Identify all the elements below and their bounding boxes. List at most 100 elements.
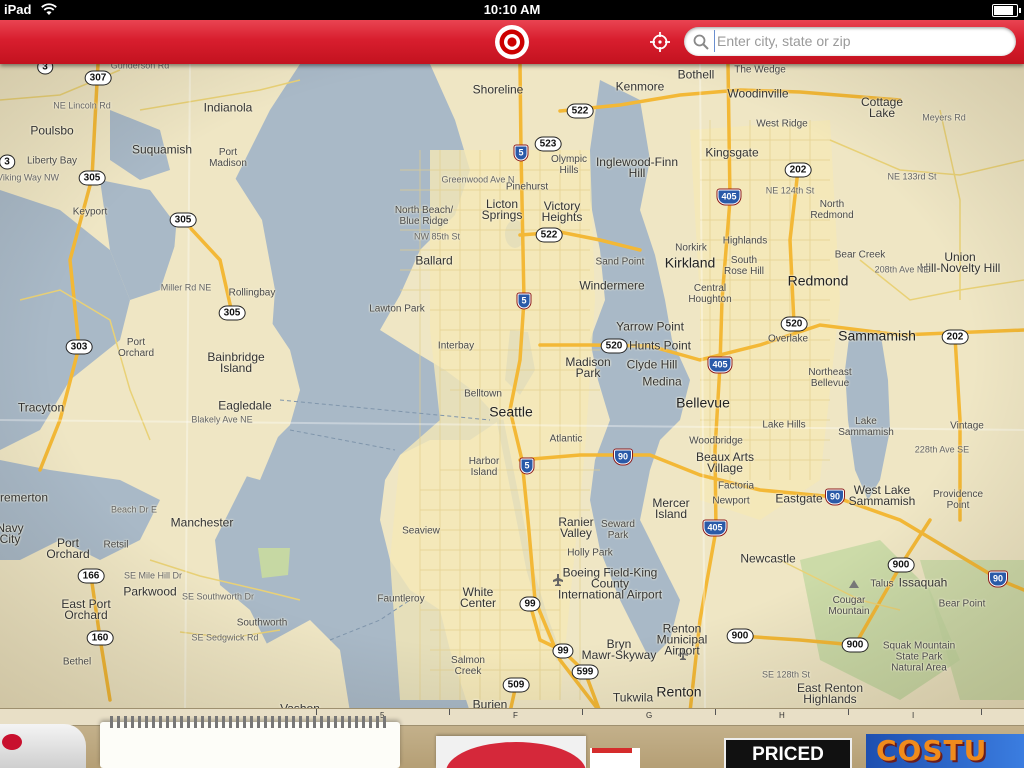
ruler-letter: F [513,711,518,720]
place-label: Ranier Valley [558,515,594,540]
place-label: Central Houghton [688,283,732,305]
interstate-shield-icon: 90 [988,571,1008,587]
place-label: Lake Hills [762,419,806,431]
place-label: SE Mile Hill Dr [123,570,183,581]
highway-shield-icon: 202 [941,329,969,345]
highway-shield-icon: 305 [78,170,106,186]
place-label: Indianola [203,100,253,115]
place-label: Poulsbo [30,123,74,138]
costume-ad-tray-item[interactable]: COSTU [866,734,1024,768]
place-label: Atlantic [549,433,583,445]
highway-shield-icon: 900 [841,637,869,653]
place-label: Yarrow Point [616,319,684,334]
target-logo-icon [495,25,529,59]
place-label: Renton [656,683,702,700]
place-label: Sand Point [595,256,645,268]
place-label: Licton Springs [481,197,523,222]
highway-shield-icon: 523 [534,136,562,152]
place-label: Belltown [464,388,502,400]
place-label: Overlake [767,333,809,345]
place-label: Hunts Point [628,338,692,353]
place-label: Blakely Ave NE [191,414,253,425]
place-label: Salmon Creek [451,655,485,677]
place-label: Union Hill-Novelty Hill [919,250,1001,275]
place-label: 208th Ave NE [874,264,930,275]
place-label: Lawton Park [369,303,425,315]
place-label: Clyde Hill [626,357,678,372]
place-label: North Redmond [810,199,854,221]
current-location-icon[interactable] [648,30,672,54]
place-label: Meyers Rd [922,112,966,123]
place-label: Bryn Mawr-Skyway [581,637,657,662]
place-label: Northeast Bellevue [808,367,852,389]
place-label: North Beach/ Blue Ridge [394,205,454,227]
place-label: 228th Ave SE [914,444,970,455]
costume-ad-text: COSTU [876,734,988,767]
search-icon [693,34,709,50]
highway-shield-icon: 522 [566,103,594,119]
place-label: Eastgate [775,491,823,506]
place-label: Renton Municipal Airport [656,621,708,658]
highway-shield-icon: 303 [65,339,93,355]
place-label: Bear Point [938,598,986,610]
place-label: Holly Park [567,547,613,559]
coupon-clipping-tray-item[interactable] [590,748,640,768]
place-label: Windermere [579,278,645,293]
place-label: Shoreline [472,82,524,97]
place-label: Keyport [72,206,108,218]
place-label: Woodbridge [689,435,743,447]
place-label: Boeing Field-King County International A… [557,565,663,602]
search-bar[interactable] [684,27,1016,56]
place-label: Tukwila [612,690,654,705]
app-header [0,20,1024,64]
store-locator-map[interactable]: Shoreline Kenmore Bothell Woodinville The We… [0,64,1024,712]
place-label: Viking Way NW [0,172,60,183]
place-label: Port Madison [209,147,247,169]
place-label: Bremerton [0,490,49,505]
place-label: Parkwood [123,584,177,599]
location-search-input[interactable] [714,30,1007,52]
place-label: West Lake Sammamish [848,483,916,508]
highway-shield-icon: 900 [726,628,754,644]
pen-tray-item[interactable] [0,724,86,768]
place-label: Retsil [103,539,129,551]
place-label: Eagledale [218,398,272,413]
place-label: Providence Point [932,489,984,511]
place-label: NE 124th St [765,185,815,196]
place-label: Rollingbay [228,287,276,299]
highway-shield-icon: 520 [780,316,808,332]
highway-shield-icon: 599 [571,664,599,680]
interstate-shield-icon: 405 [717,189,741,205]
place-label: Sammamish [838,327,916,344]
highway-shield-icon: 522 [535,227,563,243]
place-label: Liberty Bay [26,155,78,167]
highway-shield-icon: 202 [784,162,812,178]
place-label: Vintage [950,420,984,432]
place-label: Cougar Mountain [828,595,870,617]
notepad-tray-item[interactable] [100,716,400,768]
place-label: Gunderson Rd [110,64,170,71]
place-label: Seward Park [601,519,635,541]
place-label: NW 85th St [413,231,461,242]
ruler-letter: G [646,711,653,720]
place-label: Talus [870,578,894,590]
place-label: Victory Heights [541,199,583,224]
place-label: Woodinville [727,86,789,101]
circular-clipping-tray-item[interactable] [436,736,586,768]
place-label: Kirkland [664,254,716,271]
interstate-shield-icon: 5 [520,458,534,474]
place-label: Newcastle [740,551,796,566]
place-label: Lake Sammamish [838,416,894,438]
place-label: Squak Mountain State Park Natural Area [882,640,956,674]
place-label: Redmond [787,272,849,289]
ruler-letter: H [779,711,785,720]
place-label: Bear Creek [834,249,886,261]
interstate-shield-icon: 5 [514,145,528,161]
place-label: Cottage Lake [860,95,904,120]
spiral-binding [110,716,390,728]
place-label: Inglewood-Finn Hill [595,155,679,180]
highway-shield-icon: 520 [600,338,628,354]
highway-shield-icon: 3 [0,154,15,170]
priced-ad-tray-item[interactable]: PRICED [724,738,852,768]
place-label: Bellevue [676,394,730,411]
